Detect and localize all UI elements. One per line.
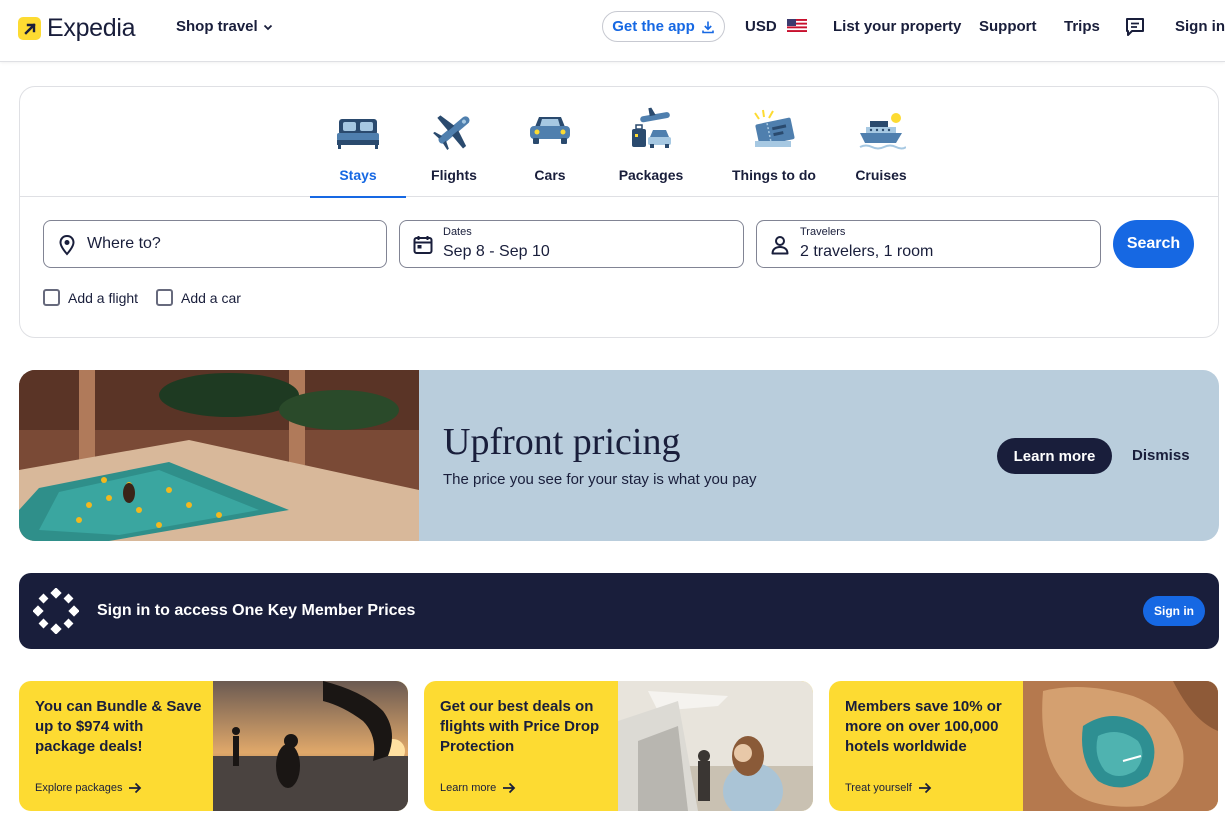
bed-icon: [337, 119, 379, 149]
dates-field[interactable]: Dates Sep 8 - Sep 10: [399, 220, 744, 268]
shop-travel-label: Shop travel: [176, 18, 258, 35]
tab-cars[interactable]: Cars: [525, 87, 575, 197]
download-icon: [701, 21, 714, 33]
add-car-label: Add a car: [181, 289, 241, 306]
arrow-right-icon: [503, 782, 516, 794]
treat-yourself-link[interactable]: Treat yourself: [845, 782, 932, 794]
brand-name: Expedia: [47, 14, 136, 42]
sunset-beach-image: [213, 681, 408, 811]
one-key-sign-in-button[interactable]: Sign in: [1143, 596, 1205, 626]
one-key-banner: Sign in to access One Key Member Prices …: [19, 573, 1219, 649]
currency-selector[interactable]: USD: [745, 18, 807, 35]
add-flight-checkbox[interactable]: Add a flight: [43, 289, 138, 306]
tab-cruises[interactable]: Cruises: [854, 87, 908, 197]
deal-card-text: You can Bundle & Save up to $974 with pa…: [35, 698, 202, 755]
dates-value: Sep 8 - Sep 10: [443, 243, 550, 260]
chat-icon: [1126, 18, 1144, 36]
travelers-label: Travelers: [800, 226, 846, 238]
add-flight-checkbox-box[interactable]: [43, 289, 60, 306]
coastal-cliffs-image: [1023, 681, 1218, 811]
trips-link[interactable]: Trips: [1064, 18, 1100, 35]
packages-icon: [632, 107, 671, 148]
upfront-pricing-banner: Upfront pricing The price you see for yo…: [19, 370, 1219, 541]
destination-field[interactable]: Where to?: [43, 220, 387, 268]
add-car-checkbox-box[interactable]: [156, 289, 173, 306]
deal-link-label: Explore packages: [35, 782, 123, 794]
deal-link-label: Treat yourself: [845, 782, 912, 794]
promo-title: Upfront pricing: [443, 421, 681, 463]
tab-flights-label: Flights: [431, 167, 477, 183]
sign-in-link[interactable]: Sign in: [1175, 18, 1225, 35]
ticket-icon: [754, 109, 795, 147]
travelers-field[interactable]: Travelers 2 travelers, 1 room: [756, 220, 1101, 268]
shop-travel-menu[interactable]: Shop travel: [176, 18, 274, 35]
product-tabs: Stays Flights Cars Packages Things to do…: [20, 87, 1218, 198]
messages-button[interactable]: [1124, 16, 1146, 42]
deal-card-text: Get our best deals on flights with Price…: [440, 698, 600, 755]
deal-card-members[interactable]: Members save 10% or more on over 100,000…: [829, 681, 1218, 811]
calendar-icon: [413, 236, 433, 254]
expedia-arrow-icon: [18, 17, 41, 40]
deal-card-flights[interactable]: Get our best deals on flights with Price…: [424, 681, 813, 811]
tab-cars-label: Cars: [534, 167, 566, 183]
person-icon: [771, 236, 789, 255]
tab-packages[interactable]: Packages: [616, 87, 686, 197]
cruise-ship-icon: [859, 113, 906, 150]
get-the-app-label: Get the app: [612, 18, 695, 35]
promo-subtitle: The price you see for your stay is what …: [443, 471, 757, 488]
one-key-icon: [33, 588, 79, 634]
pool-courtyard-image: [19, 370, 419, 541]
learn-more-button[interactable]: Learn more: [997, 438, 1112, 474]
tab-flights[interactable]: Flights: [422, 87, 486, 197]
tab-things-to-do[interactable]: Things to do: [725, 87, 823, 197]
dismiss-button[interactable]: Dismiss: [1132, 447, 1190, 464]
arrow-right-icon: [129, 782, 142, 794]
explore-packages-link[interactable]: Explore packages: [35, 782, 142, 794]
dates-label: Dates: [443, 226, 472, 238]
airplane-boarding-image: [618, 681, 813, 811]
deal-card-text: Members save 10% or more on over 100,000…: [845, 698, 1002, 755]
currency-label: USD: [745, 18, 777, 35]
tab-packages-label: Packages: [618, 167, 684, 183]
tab-cruises-label: Cruises: [855, 167, 907, 183]
deal-card-packages[interactable]: You can Bundle & Save up to $974 with pa…: [19, 681, 408, 811]
car-icon: [530, 117, 570, 144]
expedia-logo[interactable]: Expedia: [18, 14, 136, 43]
support-link[interactable]: Support: [979, 18, 1037, 35]
destination-placeholder: Where to?: [87, 235, 161, 252]
get-the-app-button[interactable]: Get the app: [602, 11, 725, 42]
travelers-value: 2 travelers, 1 room: [800, 243, 934, 260]
location-pin-icon: [59, 234, 75, 256]
search-button[interactable]: Search: [1113, 220, 1194, 268]
add-flight-label: Add a flight: [68, 289, 139, 306]
tab-stays[interactable]: Stays: [310, 87, 406, 198]
arrow-right-icon: [918, 782, 932, 794]
add-car-checkbox[interactable]: Add a car: [156, 289, 241, 306]
search-panel: Stays Flights Cars Packages Things to do…: [19, 86, 1219, 338]
flights-learn-more-link[interactable]: Learn more: [440, 782, 516, 794]
tab-stays-label: Stays: [339, 167, 377, 183]
one-key-message: Sign in to access One Key Member Prices: [97, 602, 416, 619]
list-your-property-link[interactable]: List your property: [833, 18, 961, 35]
tab-things-to-do-label: Things to do: [732, 167, 816, 183]
top-header: Expedia Shop travel Get the app USD List…: [0, 0, 1225, 62]
chevron-down-icon: [263, 24, 272, 30]
deal-link-label: Learn more: [440, 782, 497, 794]
plane-icon: [433, 115, 470, 150]
us-flag-icon: [786, 19, 807, 33]
